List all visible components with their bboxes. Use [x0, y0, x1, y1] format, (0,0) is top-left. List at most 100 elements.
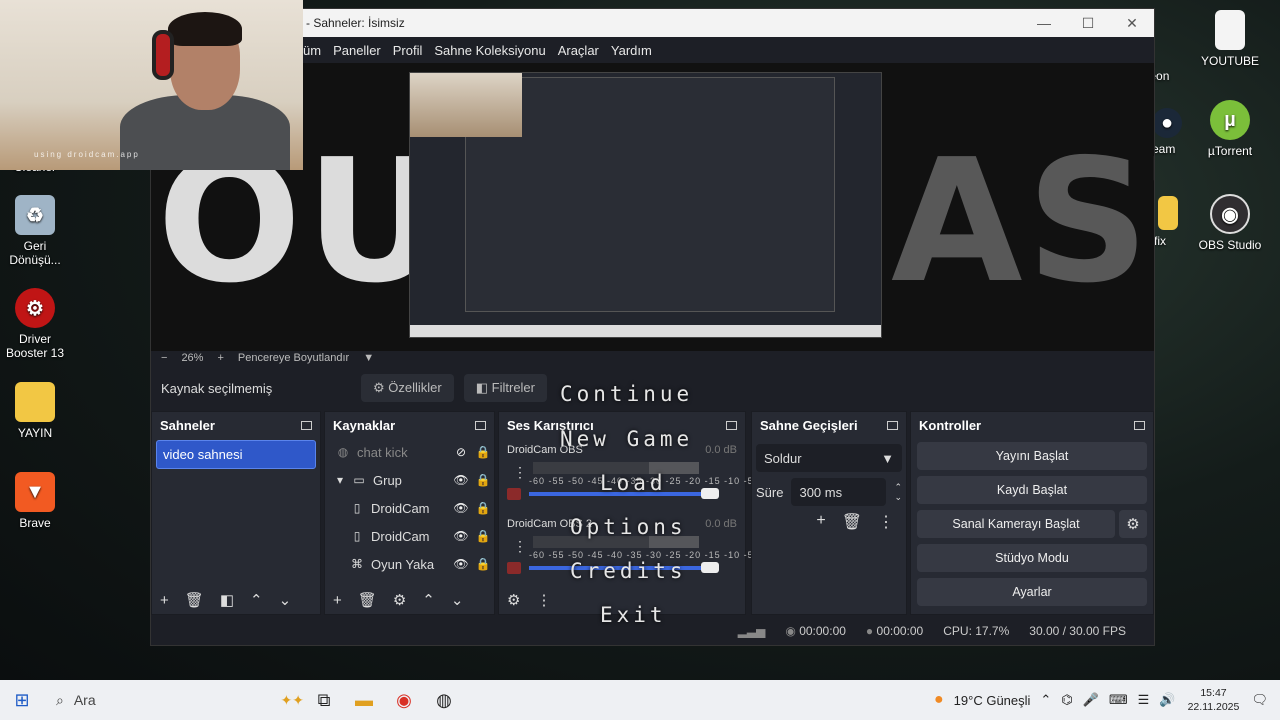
chevron-down-icon[interactable]: ▾ — [335, 473, 345, 487]
notification-icon[interactable]: 🗨 — [1251, 692, 1268, 708]
lock-icon[interactable]: 🔒 — [472, 557, 494, 571]
game-menu-credits[interactable]: Credits — [570, 559, 687, 583]
weather-text[interactable]: 19°C Güneşli — [954, 693, 1031, 708]
speaker-muted-icon[interactable] — [507, 562, 521, 574]
undock-icon[interactable] — [726, 420, 737, 430]
filters-label: Filtreler — [491, 380, 535, 395]
start-virtual-camera-button[interactable]: Sanal Kamerayı Başlat — [917, 510, 1115, 538]
windows-start-icon[interactable]: ⊞ — [0, 690, 44, 711]
settings-button[interactable]: Ayarlar — [917, 578, 1147, 606]
lock-icon[interactable]: 🔒 — [472, 445, 494, 459]
slider-handle[interactable] — [701, 562, 719, 573]
stepper-icon[interactable]: ⌃ ⌄ — [894, 482, 902, 502]
desktop-icon-youtube[interactable]: YOUTUBE — [1195, 10, 1265, 68]
file-explorer-icon[interactable]: ▬ — [344, 682, 384, 718]
menu-item-tools[interactable]: Araçlar — [558, 43, 599, 58]
minimize-button[interactable]: — — [1022, 9, 1066, 37]
menu-item-scene-collection[interactable]: Sahne Koleksiyonu — [434, 43, 545, 58]
advanced-audio-icon[interactable]: ⚙ — [507, 591, 520, 609]
scene-filters-button[interactable]: ◧ — [220, 591, 234, 609]
add-source-button[interactable]: + — [333, 592, 342, 609]
move-down-button[interactable]: ⌄ — [279, 591, 292, 609]
game-menu-continue[interactable]: Continue — [560, 382, 693, 406]
more-options-icon[interactable]: ⋮ — [536, 591, 551, 609]
zoom-out-button[interactable]: − — [161, 352, 167, 364]
lock-icon[interactable]: 🔒 — [472, 473, 494, 487]
source-item[interactable]: ⌘ Oyun Yaka 👁 🔒 — [325, 550, 494, 578]
volume-icon[interactable]: 🔊 — [1159, 692, 1175, 708]
duration-input[interactable]: 300 ms — [791, 478, 887, 506]
filters-button[interactable]: ◧ Filtreler — [463, 374, 547, 402]
scene-item[interactable]: video sahnesi — [156, 440, 316, 469]
undock-icon[interactable] — [1134, 420, 1145, 430]
move-up-button[interactable]: ⌃ — [250, 591, 263, 609]
remove-source-button[interactable]: 🗑 — [358, 591, 377, 609]
network-icon[interactable]: ⌬ — [1061, 692, 1072, 708]
game-menu-new-game[interactable]: New Game — [560, 427, 693, 451]
more-options-icon[interactable]: ⋮ — [513, 464, 527, 481]
chevron-up-icon[interactable]: ⌃ — [1040, 692, 1051, 708]
desktop-icon-label: Driver Booster 13 — [5, 332, 65, 360]
game-menu-load[interactable]: Load — [600, 471, 667, 495]
undock-icon[interactable] — [301, 420, 312, 430]
eye-icon[interactable]: 👁 — [450, 473, 472, 487]
steam-icon: ● — [1152, 108, 1182, 138]
desktop-icon-folder-yayin[interactable]: YAYIN — [0, 382, 70, 440]
game-menu-options[interactable]: Options — [570, 515, 687, 539]
add-transition-button[interactable]: + — [816, 512, 825, 532]
zoom-in-button[interactable]: + — [217, 352, 223, 364]
wifi-icon[interactable]: ☰ — [1138, 692, 1150, 708]
gear-icon[interactable]: ⚙ — [1119, 510, 1147, 538]
remove-transition-button[interactable]: 🗑 — [842, 512, 862, 532]
desktop-icon-label: YOUTUBE — [1200, 54, 1259, 68]
lock-icon[interactable]: 🔒 — [472, 501, 494, 515]
studio-mode-button[interactable]: Stüdyo Modu — [917, 544, 1147, 572]
speaker-muted-icon[interactable] — [507, 488, 521, 500]
properties-button[interactable]: ⚙ Özellikler — [361, 374, 454, 402]
transition-select[interactable]: Soldur ▼ — [756, 444, 902, 472]
microphone-icon[interactable]: 🎤 — [1083, 692, 1099, 708]
clock[interactable]: 15:47 22.11.2025 — [1185, 686, 1241, 714]
source-item[interactable]: ▯ DroidCam 👁 🔒 — [325, 522, 494, 550]
source-properties-button[interactable]: ⚙ — [393, 591, 406, 609]
eye-hidden-icon[interactable]: ⊘ — [450, 445, 472, 459]
desktop-icon-brave[interactable]: ▼ Brave — [0, 472, 70, 530]
more-options-icon[interactable]: ⋮ — [513, 538, 527, 555]
menu-item-docks[interactable]: Paneller — [333, 43, 381, 58]
move-up-button[interactable]: ⌃ — [422, 591, 435, 609]
source-item[interactable]: ◍ chat kick ⊘ 🔒 — [325, 438, 494, 466]
chevron-down-icon[interactable]: ▼ — [363, 352, 374, 364]
move-down-button[interactable]: ⌄ — [451, 591, 464, 609]
remove-scene-button[interactable]: 🗑 — [185, 591, 204, 609]
eye-icon[interactable]: 👁 — [450, 501, 472, 515]
start-streaming-button[interactable]: Yayını Başlat — [917, 442, 1147, 470]
task-view-icon[interactable]: ⧉ — [304, 682, 344, 718]
eye-icon[interactable]: 👁 — [450, 529, 472, 543]
source-item[interactable]: ▾ ▭ Grup 👁 🔒 — [325, 466, 494, 494]
desktop-icon-utorrent[interactable]: µ µTorrent — [1195, 100, 1265, 158]
menu-item-help[interactable]: Yardım — [611, 43, 652, 58]
taskbar-search[interactable]: ⌕ Ara ✦✦ — [44, 684, 304, 716]
desktop-icon-recycle-bin[interactable]: ♻ Geri Dönüşü... — [0, 195, 70, 267]
obs-taskbar-icon[interactable]: ◍ — [424, 682, 464, 718]
keyboard-icon[interactable]: ⌨ — [1109, 692, 1128, 708]
zoom-fit-select[interactable]: Pencereye Boyutlandır — [238, 352, 349, 364]
undock-icon[interactable] — [887, 420, 898, 430]
controls-dock: Kontroller Yayını Başlat Kaydı Başlat Sa… — [910, 411, 1154, 615]
maximize-button[interactable]: ☐ — [1066, 9, 1110, 37]
add-scene-button[interactable]: + — [160, 592, 169, 609]
desktop-icon-obs-studio[interactable]: ◉ OBS Studio — [1195, 194, 1265, 252]
slider-handle[interactable] — [701, 488, 719, 499]
start-recording-button[interactable]: Kaydı Başlat — [917, 476, 1147, 504]
close-button[interactable]: ✕ — [1110, 9, 1154, 37]
menu-item-profile[interactable]: Profil — [393, 43, 423, 58]
menu-item-file[interactable]: üm — [303, 43, 321, 58]
more-options-icon[interactable]: ⋮ — [878, 512, 894, 532]
chrome-icon[interactable]: ◉ — [384, 682, 424, 718]
source-item[interactable]: ▯ DroidCam 👁 🔒 — [325, 494, 494, 522]
game-menu-exit[interactable]: Exit — [600, 603, 667, 627]
undock-icon[interactable] — [475, 420, 486, 430]
eye-icon[interactable]: 👁 — [450, 557, 472, 571]
desktop-icon-driver-booster[interactable]: ⚙ Driver Booster 13 — [0, 288, 70, 360]
lock-icon[interactable]: 🔒 — [472, 529, 494, 543]
